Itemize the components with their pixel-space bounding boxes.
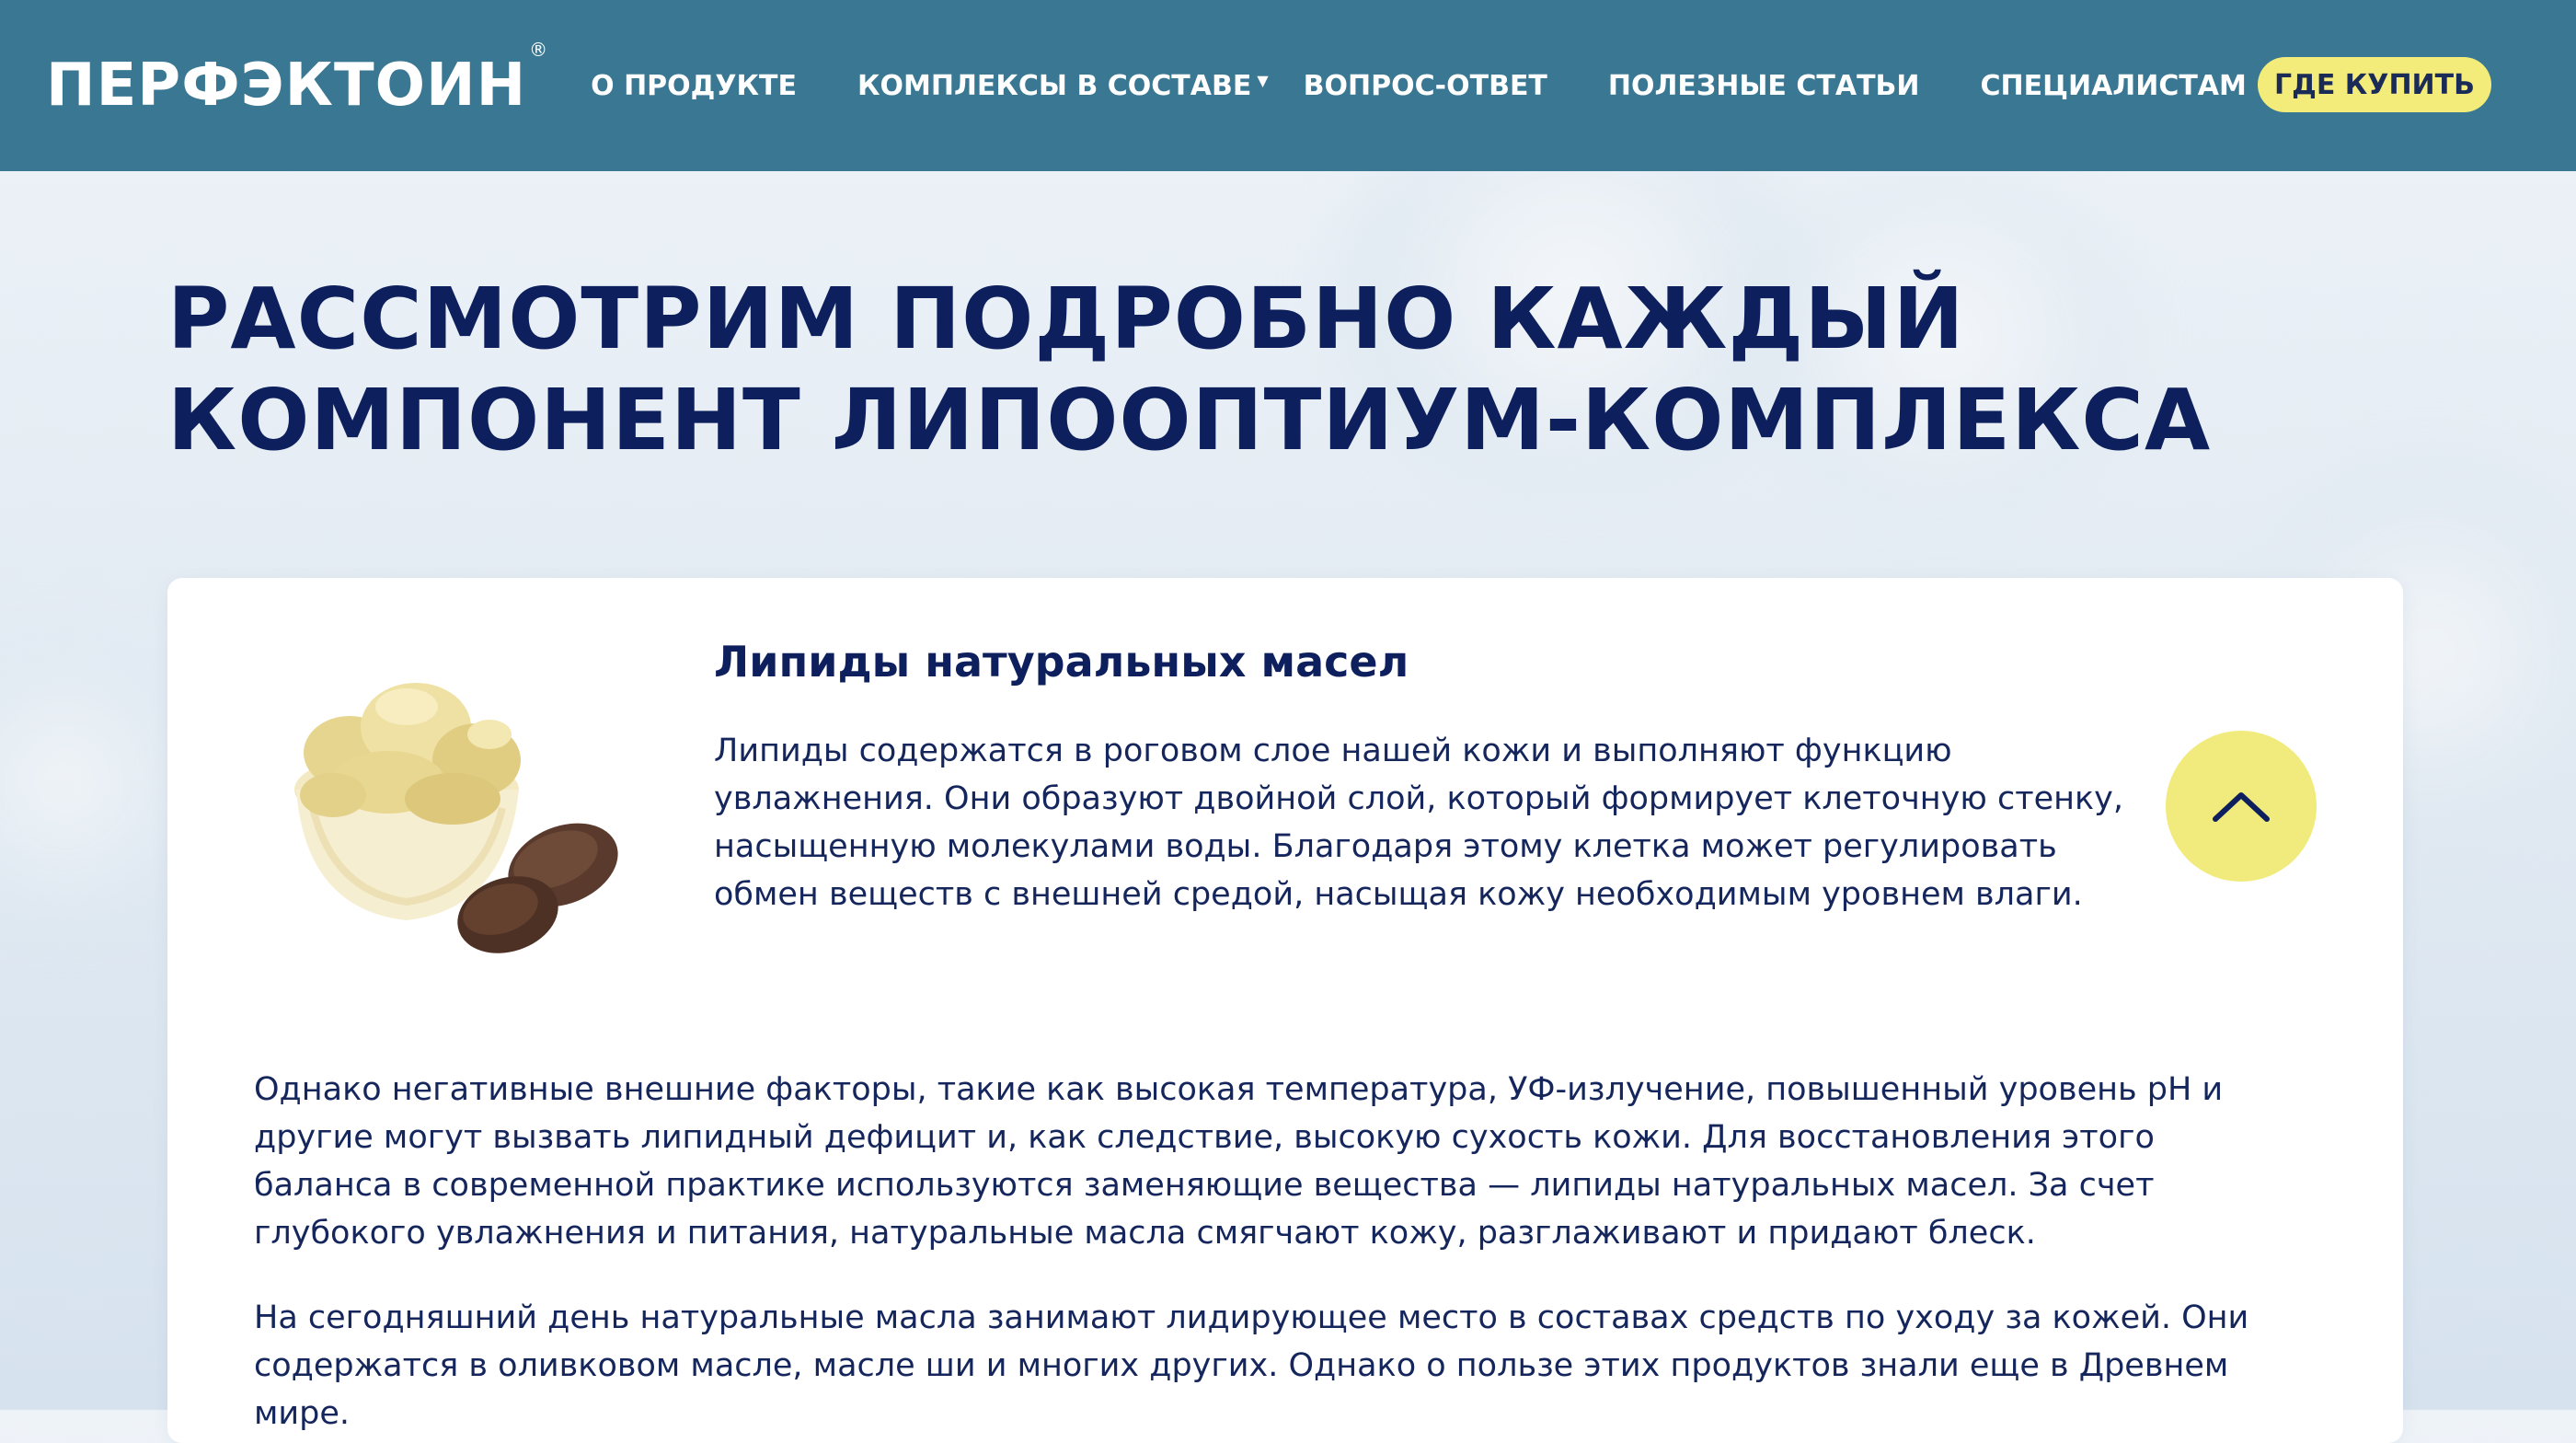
registered-mark: ® xyxy=(529,39,549,61)
nav-item-label: ПОЛЕЗНЫЕ СТАТЬИ xyxy=(1607,69,1920,102)
nav-item-faq[interactable]: ВОПРОС-ОТВЕТ xyxy=(1304,70,1547,102)
nav-item-complexes[interactable]: КОМПЛЕКСЫ В СОСТАВЕ ▼ xyxy=(857,70,1269,102)
shea-butter-bowl-with-nuts-image xyxy=(294,683,618,953)
collapse-button[interactable] xyxy=(2166,731,2317,882)
logo-text: ПЕРФЭКТОИН xyxy=(46,52,527,120)
nav-item-label: ВОПРОС-ОТВЕТ xyxy=(1303,69,1547,102)
card-paragraph: Однако негативные внешние факторы, такие… xyxy=(254,1071,2224,1252)
card-heading: Липиды натуральных масел xyxy=(714,637,1409,687)
card-intro-text: Липиды содержатся в роговом слое нашей к… xyxy=(714,733,2123,913)
nav-item-articles[interactable]: ПОЛЕЗНЫЕ СТАТЬИ xyxy=(1608,70,1920,102)
nav-item-label: КОМПЛЕКСЫ В СОСТАВЕ xyxy=(857,69,1252,102)
page-title: РАССМОТРИМ ПОДРОБНО КАЖДЫЙ КОМПОНЕНТ ЛИП… xyxy=(167,269,2375,471)
site-header: ПЕРФЭКТОИН ® О ПРОДУКТЕ КОМПЛЕКСЫ В СОСТ… xyxy=(0,0,2576,171)
card-paragraph: На сегодняшний день натуральные масла за… xyxy=(254,1299,2249,1432)
page-title-line: РАССМОТРИМ ПОДРОБНО КАЖДЫЙ xyxy=(167,270,1965,368)
nav-item-label: СПЕЦИАЛИСТАМ xyxy=(1980,69,2247,102)
ingredient-card: Липиды натуральных масел Липиды содержат… xyxy=(167,578,2403,1443)
main-nav: О ПРОДУКТЕ КОМПЛЕКСЫ В СОСТАВЕ ▼ ВОПРОС-… xyxy=(591,0,2307,171)
page-title-line: КОМПОНЕНТ ЛИПООПТИУМ-КОМПЛЕКСА xyxy=(167,371,2212,469)
where-to-buy-button[interactable]: ГДЕ КУПИТЬ xyxy=(2258,57,2491,112)
nav-item-about-product[interactable]: О ПРОДУКТЕ xyxy=(591,70,797,102)
site-logo[interactable]: ПЕРФЭКТОИН ® xyxy=(46,39,547,120)
caret-down-icon: ▼ xyxy=(1257,71,1269,89)
nav-item-label: О ПРОДУКТЕ xyxy=(591,69,797,102)
chevron-up-icon xyxy=(2213,792,2270,822)
nav-item-specialists[interactable]: СПЕЦИАЛИСТАМ xyxy=(1981,70,2247,102)
